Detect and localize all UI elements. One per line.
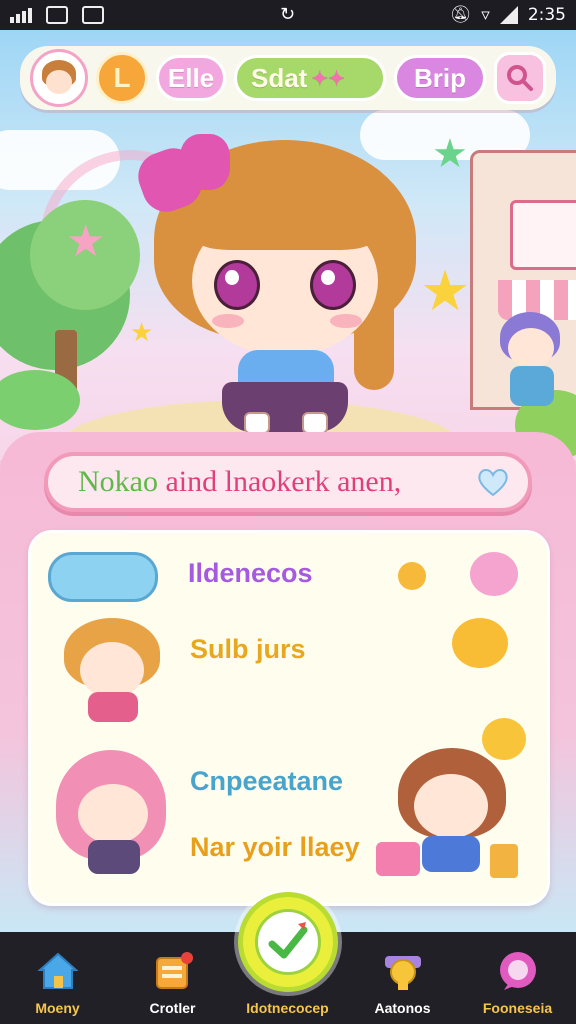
- nav-item-money[interactable]: Moeny: [0, 932, 115, 1024]
- elle-button[interactable]: Elle: [156, 55, 226, 101]
- search-icon: [507, 65, 533, 91]
- gift-box-icon: [376, 842, 420, 876]
- list-item-label[interactable]: Ildenecos: [188, 558, 313, 589]
- wifi-icon: ▿: [481, 5, 490, 25]
- nav-label: Idotnecocep: [246, 1000, 329, 1016]
- cat-girl-avatar: [58, 612, 168, 722]
- cell-signal-icon: [499, 6, 518, 24]
- banner-text-part1: Nokao: [78, 465, 158, 498]
- shop-sign: [510, 200, 576, 270]
- star-icon: ★: [432, 131, 468, 177]
- search-button[interactable]: [494, 52, 546, 104]
- status-bar: ↻ 🔕︎ ▿ 2:35: [0, 0, 576, 30]
- checkmark-icon: [268, 922, 308, 959]
- nav-label: Crotler: [149, 1000, 196, 1016]
- store-icon: [151, 950, 195, 992]
- nav-label: Fooneseia: [482, 1000, 553, 1016]
- nav-label: Aatonos: [374, 1000, 431, 1016]
- sparkle-icon: ✦✦: [311, 67, 345, 90]
- blob-creature-icon: [470, 552, 518, 596]
- main-character[interactable]: [131, 110, 430, 434]
- center-action-button[interactable]: [238, 892, 338, 992]
- gallery-notification-icon: [82, 6, 104, 24]
- status-time: 2:35: [527, 5, 566, 25]
- nav-item-aatonos[interactable]: Aatonos: [345, 932, 460, 1024]
- drink-icon: [490, 844, 518, 878]
- top-bar: L Elle Sdat ✦✦ Brip: [20, 46, 556, 110]
- brip-button[interactable]: Brip: [394, 55, 486, 101]
- image-notification-icon: [46, 6, 68, 24]
- smiley-blob-icon: [482, 718, 526, 760]
- npc-character[interactable]: [498, 312, 568, 412]
- start-label: Sdat: [251, 62, 308, 93]
- chat-bubble-icon: [496, 950, 540, 992]
- mute-icon: 🔕︎: [449, 5, 472, 25]
- coin-button[interactable]: L: [96, 52, 148, 104]
- list-item-label[interactable]: Cnpeeatane: [190, 766, 343, 797]
- banner[interactable]: Nokao aind lnaokerk anen,: [44, 452, 532, 512]
- signal-icon: [10, 7, 32, 23]
- whale-icon: [48, 552, 158, 602]
- heart-icon: [476, 467, 510, 497]
- avatar[interactable]: [30, 49, 88, 107]
- banner-text: Nokao aind lnaokerk anen,: [78, 465, 401, 499]
- star-icon: ★: [66, 216, 106, 267]
- list-item-label[interactable]: Nar yoir llaey: [190, 832, 360, 863]
- smiley-blob-icon: [452, 618, 508, 668]
- nav-label: Moeny: [35, 1000, 80, 1016]
- home-icon: [36, 950, 80, 992]
- nav-item-fooneseia[interactable]: Fooneseia: [460, 932, 575, 1024]
- list-item-label[interactable]: Sulb jurs: [190, 634, 306, 665]
- star-badge-icon: [398, 562, 426, 590]
- banner-text-part2: aind lnaokerk anen,: [165, 465, 402, 498]
- trophy-icon: [381, 950, 425, 992]
- sync-icon: ↻: [280, 4, 296, 25]
- nav-item-crotler[interactable]: Crotler: [115, 932, 230, 1024]
- start-button[interactable]: Sdat ✦✦: [234, 55, 386, 101]
- bush: [0, 370, 80, 430]
- pink-cat-girl-avatar: [52, 744, 172, 874]
